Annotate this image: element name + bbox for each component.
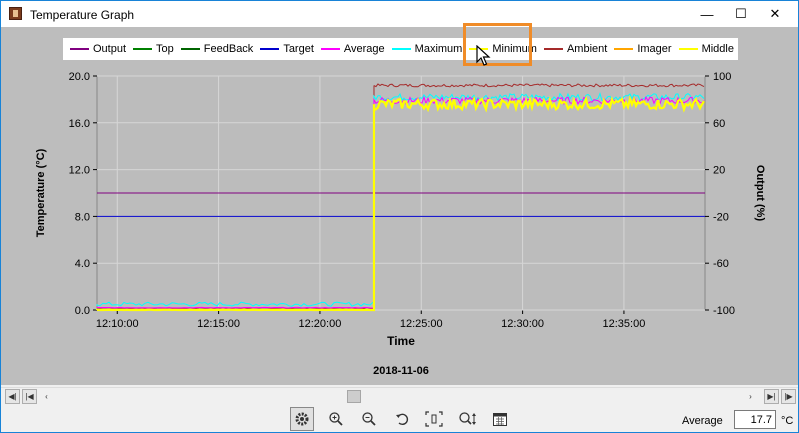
x-tick-label: 12:20:00 — [299, 318, 342, 330]
zoom-vertical-icon — [459, 412, 476, 425]
scroll-left-button[interactable]: ‹ — [39, 389, 54, 404]
legend-item-maximum[interactable]: Maximum — [391, 38, 463, 60]
x-tick-label: 12:30:00 — [501, 318, 544, 330]
legend-item-ambient[interactable]: Ambient — [543, 38, 608, 60]
zoom-in-icon — [329, 412, 343, 426]
scrollbar-thumb[interactable] — [347, 390, 361, 403]
legend-swatch — [260, 48, 280, 50]
mouse-cursor-icon — [476, 45, 491, 66]
settings-button[interactable] — [290, 407, 314, 431]
window-title: Temperature Graph — [30, 8, 135, 22]
average-unit: °C — [781, 415, 794, 427]
horizontal-scrollbar[interactable]: ◀| |◀ ‹ › ▶| |▶ — [1, 387, 798, 405]
legend-item-middle[interactable]: Middle — [678, 38, 734, 60]
average-label: Average — [682, 415, 723, 427]
chart-area[interactable]: 12:10:00 12:15:00 12:20:00 12:25:00 12:30:00… — [1, 23, 798, 385]
legend-swatch — [320, 48, 340, 50]
legend-label: Target — [283, 43, 314, 55]
legend-swatch — [133, 48, 153, 50]
y2-tick-label: -60 — [713, 258, 729, 270]
calendar-button[interactable] — [488, 407, 512, 431]
scroll-right-button[interactable]: › — [743, 389, 758, 404]
zoom-in-button[interactable] — [324, 407, 348, 431]
maximize-button[interactable]: ☐ — [723, 1, 759, 27]
rotate-icon — [396, 413, 409, 426]
legend-item-target[interactable]: Target — [260, 38, 314, 60]
gear-icon — [295, 412, 309, 426]
scroll-end-button[interactable]: ▶| — [764, 389, 779, 404]
y-tick-label: 4.0 — [75, 258, 90, 270]
zoom-out-icon — [362, 412, 376, 426]
scroll-first-button[interactable]: ◀| — [5, 389, 20, 404]
x-tick-label: 12:10:00 — [96, 318, 139, 330]
legend-swatch — [678, 48, 698, 50]
y-tick-label: 8.0 — [75, 211, 90, 223]
y-tick-label: 20.0 — [69, 71, 90, 83]
scroll-start-button[interactable]: |◀ — [22, 389, 37, 404]
x-tick-label: 12:15:00 — [197, 318, 240, 330]
y2-axis-title: Output (%) — [754, 165, 766, 222]
app-icon — [9, 7, 22, 20]
temperature-graph-window: Temperature Graph — ☐ ✕ 12:10:00 12:15:00… — [0, 0, 799, 433]
y-tick-label: 0.0 — [75, 305, 90, 317]
calendar-icon — [493, 413, 507, 426]
fit-icon — [425, 411, 443, 427]
x-axis-title: Time — [387, 334, 415, 348]
legend-label: FeedBack — [203, 43, 254, 55]
legend-label: Imager — [637, 43, 672, 55]
y2-tick-label: 100 — [713, 71, 731, 83]
y-tick-label: 12.0 — [69, 165, 90, 177]
average-value-field[interactable] — [734, 410, 776, 429]
legend-item-output[interactable]: Output — [70, 38, 126, 60]
legend-label: Minimum — [492, 43, 537, 55]
y2-tick-label: -20 — [713, 211, 729, 223]
minimize-button[interactable]: — — [689, 1, 725, 27]
legend-label: Top — [156, 43, 174, 55]
legend-item-feedback[interactable]: FeedBack — [180, 38, 254, 60]
legend-item-average[interactable]: Average — [320, 38, 385, 60]
legend-label: Output — [93, 43, 127, 55]
reset-view-button[interactable] — [390, 407, 414, 431]
temperature-chart[interactable]: 12:10:00 12:15:00 12:20:00 12:25:00 12:30:00… — [1, 27, 798, 385]
title-bar[interactable]: Temperature Graph — ☐ ✕ — [1, 1, 798, 27]
y2-tick-label: 60 — [713, 118, 725, 130]
bottom-toolbar: Average °C — [1, 404, 798, 432]
y2-tick-label: 20 — [713, 165, 725, 177]
legend-swatch — [391, 48, 411, 50]
scroll-last-button[interactable]: |▶ — [781, 389, 796, 404]
legend-item-top[interactable]: Top — [133, 38, 174, 60]
legend-item-imager[interactable]: Imager — [614, 38, 672, 60]
date-label: 2018-11-06 — [373, 365, 429, 377]
x-tick-label: 12:35:00 — [603, 318, 646, 330]
legend-swatch — [70, 48, 89, 50]
legend-label: Average — [343, 43, 385, 55]
legend-swatch — [543, 48, 563, 50]
y-axis-title: Temperature (°C) — [35, 148, 47, 237]
zoom-vertical-button[interactable] — [456, 407, 480, 431]
legend-swatch — [180, 48, 200, 50]
x-tick-label: 12:25:00 — [400, 318, 443, 330]
y2-tick-label: -100 — [713, 305, 735, 317]
legend-label: Middle — [701, 43, 734, 55]
y-tick-label: 16.0 — [69, 118, 90, 130]
legend-label: Maximum — [414, 43, 463, 55]
legend-label: Ambient — [566, 43, 608, 55]
close-button[interactable]: ✕ — [757, 1, 793, 27]
zoom-out-button[interactable] — [357, 407, 381, 431]
legend-swatch — [614, 48, 634, 50]
chart-legend: Output Top FeedBack Target Average Maximum Min… — [63, 38, 738, 60]
fit-to-window-button[interactable] — [422, 407, 446, 431]
